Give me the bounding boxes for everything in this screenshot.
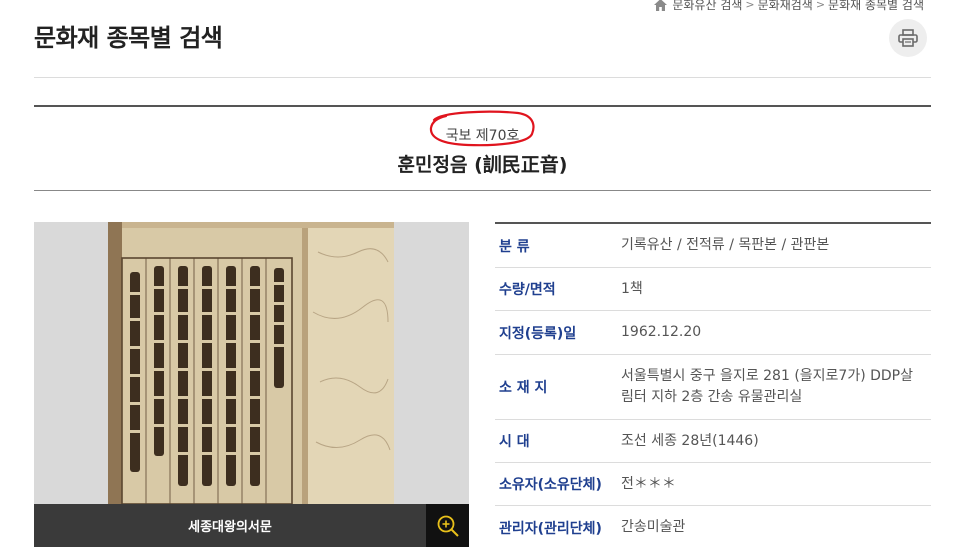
- info-label: 지정(등록)일: [499, 325, 577, 342]
- divider: [34, 105, 931, 107]
- heritage-photo[interactable]: [108, 222, 394, 504]
- info-row-era: 시 대 조선 세종 28년(1446): [495, 420, 931, 463]
- printer-icon: [898, 29, 918, 47]
- info-value: 서울특별시 중구 을지로 281 (을지로7가) DDP살림터 지하 2층 간송…: [621, 368, 914, 405]
- heritage-info-table: 분 류 기록유산 / 전적류 / 목판본 / 관판본 수량/면적 1책 지정(등…: [495, 222, 931, 549]
- divider: [34, 190, 931, 191]
- zoom-in-icon: [437, 515, 459, 537]
- info-row-owner: 소유자(소유단체) 전＊＊＊: [495, 463, 931, 506]
- info-value: 간송미술관: [621, 519, 686, 535]
- print-button[interactable]: [889, 19, 927, 57]
- home-icon[interactable]: [654, 0, 668, 11]
- info-value: 조선 세종 28년(1446): [621, 432, 759, 449]
- info-row-quantity: 수량/면적 1책: [495, 268, 931, 311]
- heritage-designation: 국보 제70호: [445, 128, 520, 144]
- heritage-image-panel: 세종대왕의서문: [34, 222, 469, 547]
- image-caption: 세종대왕의서문: [34, 504, 426, 547]
- info-label: 수량/면적: [499, 282, 556, 298]
- info-label: 시 대: [499, 434, 530, 450]
- chevron-right-icon: >: [745, 0, 755, 11]
- info-label: 분 류: [499, 238, 530, 255]
- info-row-classification: 분 류 기록유산 / 전적류 / 목판본 / 관판본: [495, 224, 931, 268]
- info-value: 기록유산 / 전적류 / 목판본 / 관판본: [621, 237, 830, 253]
- breadcrumb-item[interactable]: 문화재 종목별 검색: [828, 0, 924, 13]
- info-row-designation-date: 지정(등록)일 1962.12.20: [495, 311, 931, 355]
- divider: [34, 77, 931, 78]
- info-value: 전＊＊＊: [621, 475, 676, 492]
- info-label: 소유자(소유단체): [499, 477, 602, 493]
- heritage-name: 훈민정음 (訓民正音): [397, 154, 568, 176]
- info-label: 관리자(관리단체): [499, 520, 602, 537]
- info-value: 1962.12.20: [621, 324, 702, 340]
- chevron-right-icon: >: [815, 0, 826, 11]
- zoom-button[interactable]: [426, 504, 469, 547]
- info-label: 소 재 지: [499, 380, 548, 396]
- info-row-manager: 관리자(관리단체) 간송미술관: [495, 506, 931, 549]
- page-title: 문화재 종목별 검색: [34, 24, 223, 52]
- breadcrumb: 문화유산 검색 > 문화재검색 > 문화재 종목별 검색: [654, 0, 924, 13]
- info-row-location: 소 재 지 서울특별시 중구 을지로 281 (을지로7가) DDP살림터 지하…: [495, 355, 931, 420]
- info-value: 1책: [621, 280, 643, 297]
- breadcrumb-item[interactable]: 문화유산 검색: [672, 0, 742, 13]
- breadcrumb-item[interactable]: 문화재검색: [758, 0, 813, 13]
